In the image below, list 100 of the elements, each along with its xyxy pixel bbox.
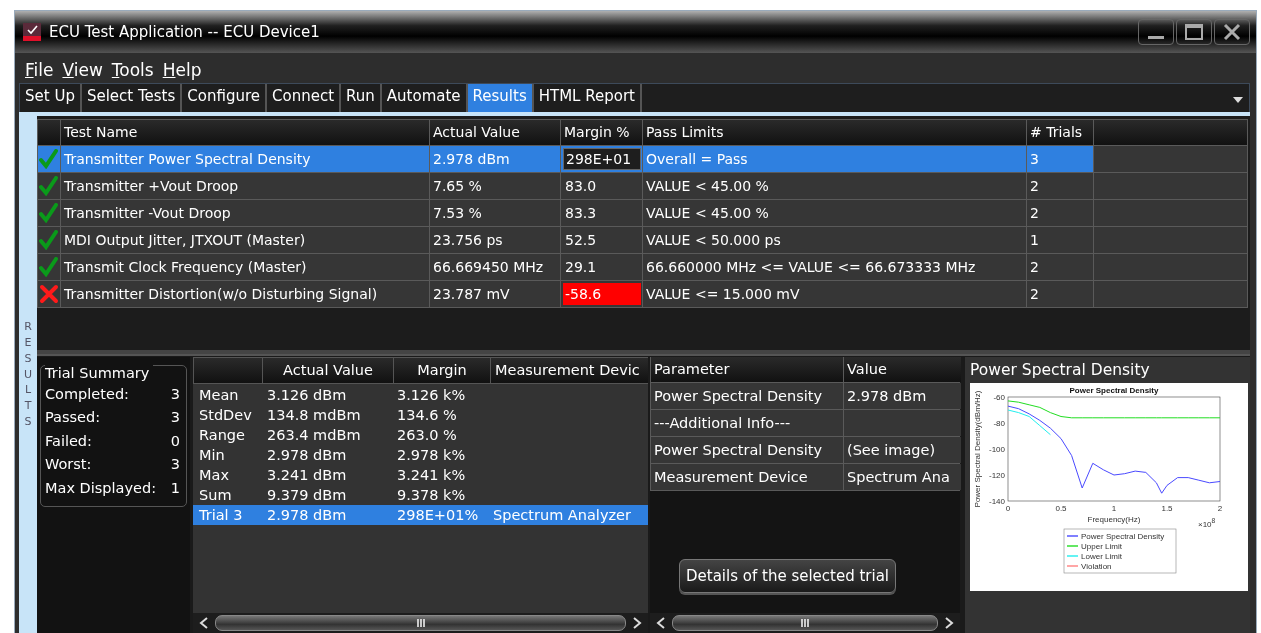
tab[interactable]: Results: [467, 84, 534, 112]
table-cell-text: Max: [198, 466, 230, 485]
table-cell: 23.756 ps: [430, 227, 560, 253]
table-cell: MDI Output Jitter, JTXOUT (Master): [61, 227, 429, 253]
column-header[interactable]: Test Name: [61, 120, 429, 145]
table-cell-text: 134.6 %: [396, 406, 458, 425]
table-cell: 2: [1027, 200, 1093, 226]
table-cell-text: Mean: [198, 386, 240, 405]
table-cell: 3: [1027, 146, 1093, 172]
table-cell-text: 2.978 dBm: [266, 506, 348, 525]
tick-label: 2: [1217, 504, 1223, 513]
tick-label: -80: [993, 419, 1005, 428]
grip-icon[interactable]: [415, 618, 426, 628]
legend-label: Violation: [1081, 562, 1112, 571]
table-cell-text: 134.8 mdBm: [266, 406, 362, 425]
field-value: 1: [170, 479, 180, 496]
tab[interactable]: Run: [341, 84, 382, 112]
column-header[interactable]: Margin %: [561, 120, 642, 145]
field-value: 0: [170, 432, 180, 449]
column-header[interactable]: Measurement Devic: [491, 358, 648, 383]
column-header[interactable]: Pass Limits: [643, 120, 1026, 145]
menu-item[interactable]: View: [62, 59, 103, 80]
tab[interactable]: Set Up: [20, 84, 82, 112]
tab[interactable]: Select Tests: [81, 84, 183, 112]
tick-label: 1: [1111, 504, 1117, 513]
table-cell-text: 263.4 mdBm: [266, 426, 362, 445]
table-cell-text: 3.126 k%: [396, 386, 467, 405]
field-label: Passed:: [45, 409, 101, 426]
field-label: Failed:: [45, 432, 92, 449]
scroll-right-icon[interactable]: [632, 617, 642, 629]
table-cell: 7.65 %: [430, 173, 560, 199]
table-cell-text: 83.0: [564, 177, 598, 196]
column-header[interactable]: Actual Value: [430, 120, 560, 145]
menu-item[interactable]: Tools: [111, 59, 154, 80]
table-cell: Spectrum Ana: [844, 464, 961, 490]
panel-title: Power Spectral Density: [970, 361, 1151, 381]
table-cell-text: Trial 3: [198, 506, 244, 525]
table-cell: -58.6: [563, 283, 641, 305]
column-header[interactable]: Margin: [394, 358, 490, 383]
dropdown-caret-icon[interactable]: [1233, 97, 1243, 103]
table-cell-text: 3.126 dBm: [266, 386, 348, 405]
axis-exponent-label: ×10$^{8}$: [1198, 516, 1216, 527]
table-cell-text: 9.379 dBm: [266, 486, 348, 505]
details-button[interactable]: Details of the selected trial: [679, 559, 897, 593]
table-cell-text: 83.3: [564, 204, 598, 223]
table-cell-text: Sum: [198, 486, 233, 505]
table-cell: VALUE < 45.00 %: [643, 173, 1026, 199]
table-cell: VALUE < 45.00 %: [643, 200, 1026, 226]
menu-item[interactable]: File: [25, 59, 54, 80]
maximize-button[interactable]: [1176, 19, 1212, 45]
maximize-icon: [1183, 23, 1205, 41]
table-cell-text: 52.5: [564, 231, 598, 250]
side-tab[interactable]: RESULTS: [19, 116, 37, 633]
tick-label: -140: [989, 497, 1005, 506]
table-cell: 66.669450 MHz: [430, 254, 560, 280]
table-cell-text: 2.978 dBm: [266, 446, 348, 465]
field-value: 3: [170, 409, 180, 426]
scroll-left-icon[interactable]: [199, 617, 209, 629]
axis-label: Power Spectral Density(dBm/Hz): [973, 390, 982, 508]
chart-title: Power Spectral Density: [1069, 386, 1159, 395]
table-cell: Transmitter Power Spectral Density: [61, 146, 429, 172]
tab[interactable]: HTML Report: [533, 84, 642, 112]
legend-label: Upper Limit: [1081, 542, 1122, 551]
tick-label: 0: [1005, 504, 1011, 513]
menu-item[interactable]: Help: [162, 59, 202, 80]
group-title: Trial Summary: [45, 365, 154, 381]
tab[interactable]: Connect: [267, 84, 342, 112]
table-cell-text: 3.241 dBm: [266, 466, 348, 485]
column-header[interactable]: Parameter: [651, 357, 843, 382]
tab[interactable]: Configure: [182, 84, 267, 112]
column-header[interactable]: Value: [844, 357, 961, 382]
column-header[interactable]: Actual Value: [263, 358, 393, 383]
table-cell: VALUE <= 15.000 mV: [643, 281, 1026, 307]
table-cell-text: 29.1: [564, 258, 598, 277]
table-cell: Power Spectral Density: [651, 437, 843, 463]
scroll-right-icon[interactable]: [944, 617, 954, 629]
table-cell-text: Spectrum Analyzer: [492, 506, 632, 525]
close-icon: [1221, 23, 1243, 41]
table-cell: 2.978 dBm: [430, 146, 560, 172]
table-cell-text: 298E+01%: [396, 506, 480, 525]
close-button[interactable]: [1214, 19, 1250, 45]
field-value: 3: [170, 456, 180, 473]
grip-icon[interactable]: [800, 618, 810, 628]
scroll-left-icon[interactable]: [656, 617, 666, 629]
table-cell: Transmitter +Vout Droop: [61, 173, 429, 199]
app-icon: [23, 23, 41, 41]
column-header[interactable]: # Trials: [1027, 120, 1093, 145]
table-cell: ---Additional Info---: [651, 410, 843, 436]
table-cell: Transmit Clock Frequency (Master): [61, 254, 429, 280]
table-cell-text: 9.378 k%: [396, 486, 467, 505]
legend-label: Lower Limit: [1081, 552, 1122, 561]
table-cell: Overall = Pass: [643, 146, 1026, 172]
table-cell-text: 3.241 k%: [396, 466, 467, 485]
horizontal-scrollbar[interactable]: [193, 613, 648, 633]
selected-row[interactable]: Trial 3 2.978 dBm 298E+01% Spectrum Analyzer: [193, 505, 648, 525]
table-cell: 298E+01: [563, 148, 641, 170]
table-cell: Transmitter Distortion(w/o Disturbing Signal): [61, 281, 429, 307]
table-cell: (See image): [844, 437, 961, 463]
minimize-button[interactable]: [1138, 19, 1174, 45]
table-cell: 23.787 mV: [430, 281, 560, 307]
